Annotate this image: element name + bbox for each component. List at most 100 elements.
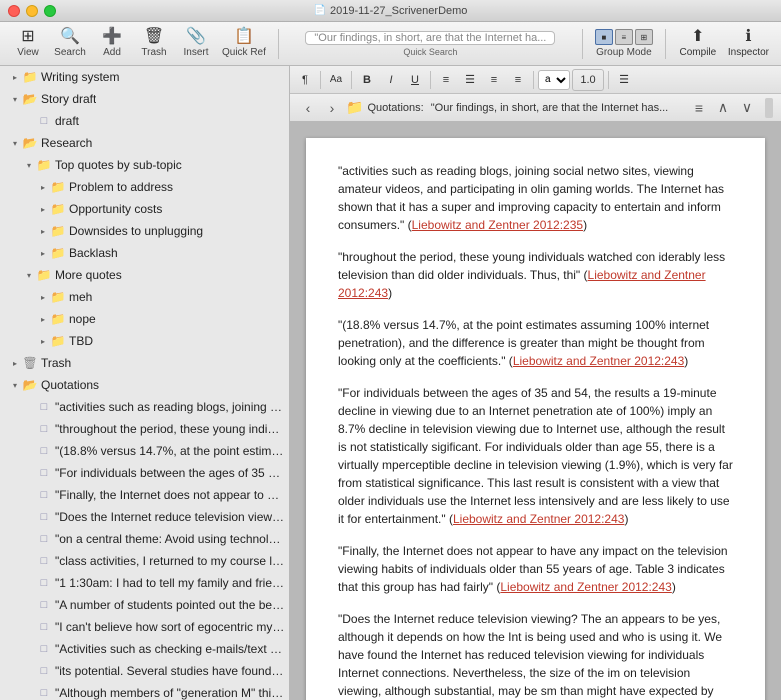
sidebar-item-tbd[interactable]: 📁 TBD [0,330,289,352]
group-mode-icons: ■ ≡ ⊞ [595,29,653,45]
align-center-button[interactable]: ☰ [459,69,481,91]
doc-scroll-area[interactable]: "activities such as reading blogs, joini… [290,122,781,700]
inspector-button[interactable]: ℹ Inspector [724,26,773,62]
sidebar-quotation-item-13[interactable]: □ "Although members of "generation M" th… [0,682,289,700]
group-mode-button[interactable]: ■ ≡ ⊞ Group Mode [591,26,657,62]
insert-icon: 📎 [186,29,206,45]
align-justify-button[interactable]: ≡ [507,69,529,91]
view-icon: ⊞ [21,29,34,45]
doc-up-button[interactable]: ∧ [713,98,733,118]
breadcrumb-label: Quotations: "Our findings, in short, are… [367,102,668,114]
sidebar-item-research[interactable]: 📂 Research [0,132,289,154]
paragraph-2: "hroughout the period, these young indiv… [338,248,733,302]
trash-toolbar-button[interactable]: 🗑 Trash [134,26,174,62]
doc-menu-button[interactable]: ≡ [689,98,709,118]
sidebar-item-trash[interactable]: 🗑 Trash [0,352,289,374]
arrow-meh [36,290,50,304]
text-size-input[interactable]: 1.0 [572,69,604,91]
document-area: ¶ Aa B I U ≡ ☰ ≡ ≡ a 1.0 ☰ ‹ › [290,66,781,700]
doc-icon-q8: □ [36,575,52,591]
list-button[interactable]: ☰ [613,69,635,91]
split-handle [765,98,773,118]
doc-icon-q4: □ [36,487,52,503]
sidebar-item-quotations[interactable]: 📂 Quotations [0,374,289,396]
right-toolbar-group: ⬆ Compile ℹ Inspector [674,26,773,62]
arrow-more-quotes [22,268,36,282]
sidebar-quotation-item-2[interactable]: □ "(18.8% versus 14.7%, at the point est… [0,440,289,462]
sidebar-quotation-item-7[interactable]: □ "class activities, I returned to my co… [0,550,289,572]
citation-link-1[interactable]: Liebowitz and Zentner 2012:235 [412,218,583,232]
main-toolbar: ⊞ View 🔍 Search ➕ Add 🗑 Trash 📎 Insert 📋… [0,22,781,66]
citation-link-3[interactable]: Liebowitz and Zentner 2012:243 [513,354,684,368]
nav-forward-button[interactable]: › [322,98,342,118]
view-button[interactable]: ⊞ View [8,26,48,62]
align-left-button[interactable]: ≡ [435,69,457,91]
doc-icon-q9: □ [36,597,52,613]
sidebar-quotation-item-0[interactable]: □ "activities such as reading blogs, joi… [0,396,289,418]
arrow-backlash [36,246,50,260]
search-button[interactable]: 🔍 Search [50,26,90,62]
sidebar-quotation-item-10[interactable]: □ "I can't believe how sort of egocentri… [0,616,289,638]
search-input[interactable]: "Our findings, in short, are that the In… [305,31,555,45]
sidebar-item-more-quotes[interactable]: 📁 More quotes [0,264,289,286]
folder-icon-nope: 📁 [50,311,66,327]
sidebar-item-writing-system[interactable]: 📁 Writing system [0,66,289,88]
arrow-downsides [36,224,50,238]
search-icon: 🔍 [60,29,80,45]
sidebar-item-problem-address[interactable]: 📁 Problem to address [0,176,289,198]
citation-link-5[interactable]: Liebowitz and Zentner 2012:243 [500,580,671,594]
sidebar-quotation-item-6[interactable]: □ "on a central theme: Avoid using techn… [0,528,289,550]
compile-icon: ⬆ [691,29,704,45]
trash-icon: 🗑 [144,29,164,45]
nav-back-button[interactable]: ‹ [298,98,318,118]
doc-breadcrumb: 📁 Quotations: "Our findings, in short, a… [346,99,685,116]
compile-button[interactable]: ⬆ Compile [674,26,722,62]
align-right-button[interactable]: ≡ [483,69,505,91]
arrow-nope [36,312,50,326]
format-toolbar: ¶ Aa B I U ≡ ☰ ≡ ≡ a 1.0 ☰ [290,66,781,94]
sidebar-item-top-quotes[interactable]: 📁 Top quotes by sub-topic [0,154,289,176]
mode-icon-3: ⊞ [635,29,653,45]
font-size-button[interactable]: Aa [325,69,347,91]
text-style-select[interactable]: a [538,70,570,90]
doc-icon-q5: □ [36,509,52,525]
doc-header-bar: ‹ › 📁 Quotations: "Our findings, in shor… [290,94,781,122]
sidebar-item-opportunity-costs[interactable]: 📁 Opportunity costs [0,198,289,220]
doc-down-button[interactable]: ∨ [737,98,757,118]
doc-icon-q13: □ [36,685,52,700]
minimize-button[interactable] [26,5,38,17]
folder-icon-tbd: 📁 [50,333,66,349]
sidebar-quotation-item-4[interactable]: □ "Finally, the Internet does not appear… [0,484,289,506]
stack-icon: 📂 [22,91,38,107]
sidebar-item-backlash[interactable]: 📁 Backlash [0,242,289,264]
quickref-button[interactable]: 📋 Quick Ref [218,26,270,62]
maximize-button[interactable] [44,5,56,17]
sidebar-quotation-item-1[interactable]: □ "throughout the period, these young in… [0,418,289,440]
sidebar-quotation-item-11[interactable]: □ "Activities such as checking e-mails/t… [0,638,289,660]
sidebar-item-draft[interactable]: □ draft [0,110,289,132]
underline-button[interactable]: U [404,69,426,91]
paragraph-style-button[interactable]: ¶ [294,69,316,91]
sidebar-item-nope[interactable]: 📁 nope [0,308,289,330]
sidebar-item-meh[interactable]: 📁 meh [0,286,289,308]
quotation-list: □ "activities such as reading blogs, joi… [0,396,289,700]
sidebar-item-story-draft[interactable]: 📂 Story draft [0,88,289,110]
doc-icon-q0: □ [36,399,52,415]
sidebar-quotation-item-12[interactable]: □ "its potential. Several studies have f… [0,660,289,682]
add-button[interactable]: ➕ Add [92,26,132,62]
bold-button[interactable]: B [356,69,378,91]
fmt-sep-5 [608,71,609,89]
sidebar-quotation-item-5[interactable]: □ "Does the Internet reduce television v… [0,506,289,528]
sidebar-quotation-item-8[interactable]: □ "1 1:30am: I had to tell my family and… [0,572,289,594]
titlebar: 📄 2019-11-27_ScrivenerDemo [0,0,781,22]
insert-button[interactable]: 📎 Insert [176,26,216,62]
close-button[interactable] [8,5,20,17]
citation-link-2[interactable]: Liebowitz and Zentner 2012:243 [338,268,706,300]
sidebar-item-downsides-unplugging[interactable]: 📁 Downsides to unplugging [0,220,289,242]
toolbar-sep-1 [278,29,279,59]
sidebar-quotation-item-3[interactable]: □ "For individuals between the ages of 3… [0,462,289,484]
citation-link-4[interactable]: Liebowitz and Zentner 2012:243 [453,512,624,526]
italic-button[interactable]: I [380,69,402,91]
sidebar-quotation-item-9[interactable]: □ "A number of students pointed out the … [0,594,289,616]
inspector-icon: ℹ [745,29,751,45]
